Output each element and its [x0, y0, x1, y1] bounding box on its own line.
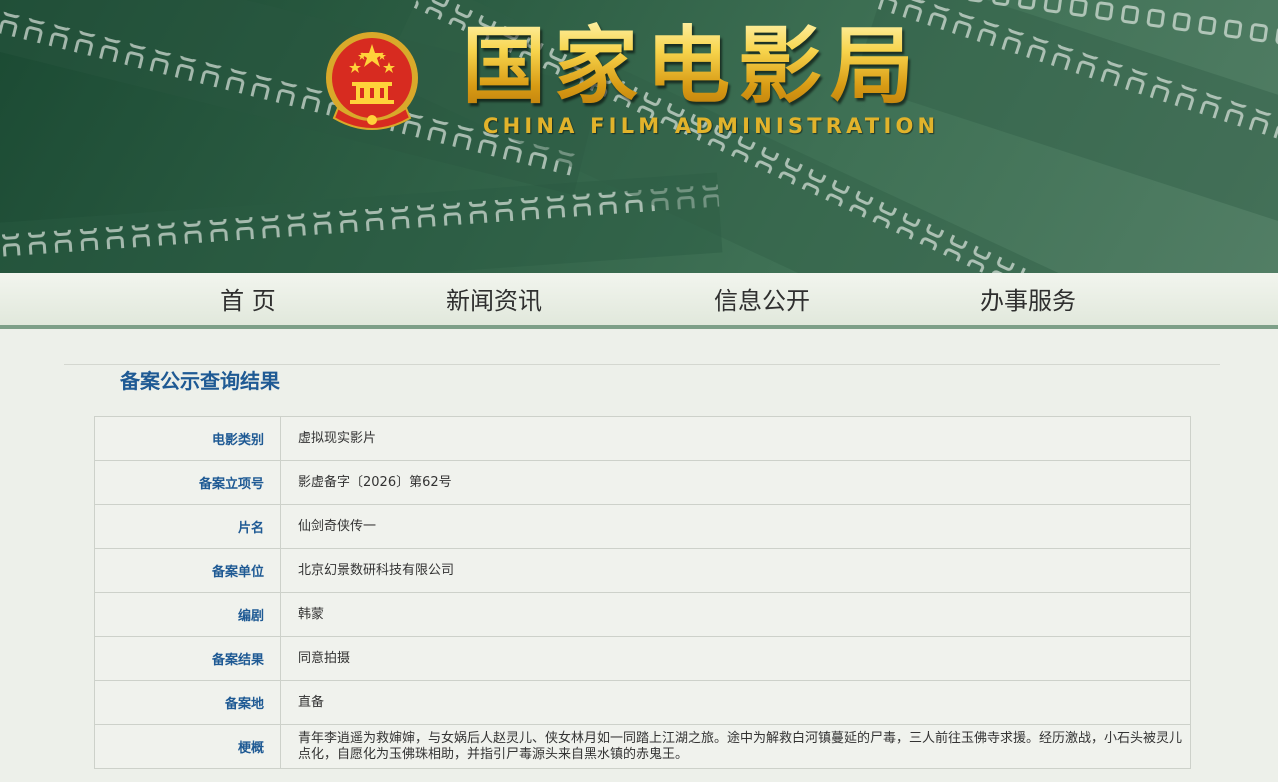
row-label-film-category: 电影类别 — [94, 416, 281, 461]
nav-news[interactable]: 新闻资讯 — [436, 273, 552, 329]
nav-home[interactable]: 首 页 — [200, 273, 296, 329]
row-value-film-category: 虚拟现实影片 — [280, 416, 1191, 461]
table-row: 备案结果 同意拍摄 — [94, 636, 1191, 681]
row-label-film-title: 片名 — [94, 504, 281, 549]
nav-services[interactable]: 办事服务 — [970, 273, 1086, 329]
row-label-record-unit: 备案单位 — [94, 548, 281, 593]
table-row: 备案地 直备 — [94, 680, 1191, 725]
record-result-table: 电影类别 虚拟现实影片 备案立项号 影虚备字〔2026〕第62号 片名 仙剑奇侠… — [94, 416, 1191, 769]
table-row: 电影类别 虚拟现实影片 — [94, 416, 1191, 461]
row-label-record-result: 备案结果 — [94, 636, 281, 681]
nav-info-disclosure[interactable]: 信息公开 — [704, 273, 820, 329]
site-title-cn: 国家电影局 — [462, 17, 923, 115]
row-value-film-title: 仙剑奇侠传一 — [280, 504, 1191, 549]
table-row: 片名 仙剑奇侠传一 — [94, 504, 1191, 549]
row-value-record-unit: 北京幻景数研科技有限公司 — [280, 548, 1191, 593]
row-value-record-location: 直备 — [280, 680, 1191, 725]
row-label-synopsis: 梗概 — [94, 724, 281, 769]
row-label-record-number: 备案立项号 — [94, 460, 281, 505]
row-value-screenwriter: 韩蒙 — [280, 592, 1191, 637]
row-value-record-number: 影虚备字〔2026〕第62号 — [280, 460, 1191, 505]
main-nav: 首 页 新闻资讯 信息公开 办事服务 — [0, 273, 1278, 329]
page-title: 备案公示查询结果 — [120, 369, 280, 393]
row-value-record-result: 同意拍摄 — [280, 636, 1191, 681]
table-row: 备案立项号 影虚备字〔2026〕第62号 — [94, 460, 1191, 505]
site-title-en: CHINA FILM ADMINISTRATION — [483, 114, 940, 138]
table-row: 梗概 青年李逍遥为救婶婶，与女娲后人赵灵儿、侠女林月如一同踏上江湖之旅。途中为解… — [94, 724, 1191, 769]
content-divider — [64, 364, 1220, 365]
row-value-synopsis: 青年李逍遥为救婶婶，与女娲后人赵灵儿、侠女林月如一同踏上江湖之旅。途中为解救白河… — [280, 724, 1191, 769]
table-row: 备案单位 北京幻景数研科技有限公司 — [94, 548, 1191, 593]
row-label-record-location: 备案地 — [94, 680, 281, 725]
table-row: 编剧 韩蒙 — [94, 592, 1191, 637]
site-banner: 国家电影局 CHINA FILM ADMINISTRATION — [0, 0, 1278, 273]
row-label-screenwriter: 编剧 — [94, 592, 281, 637]
national-emblem-icon — [326, 32, 418, 130]
